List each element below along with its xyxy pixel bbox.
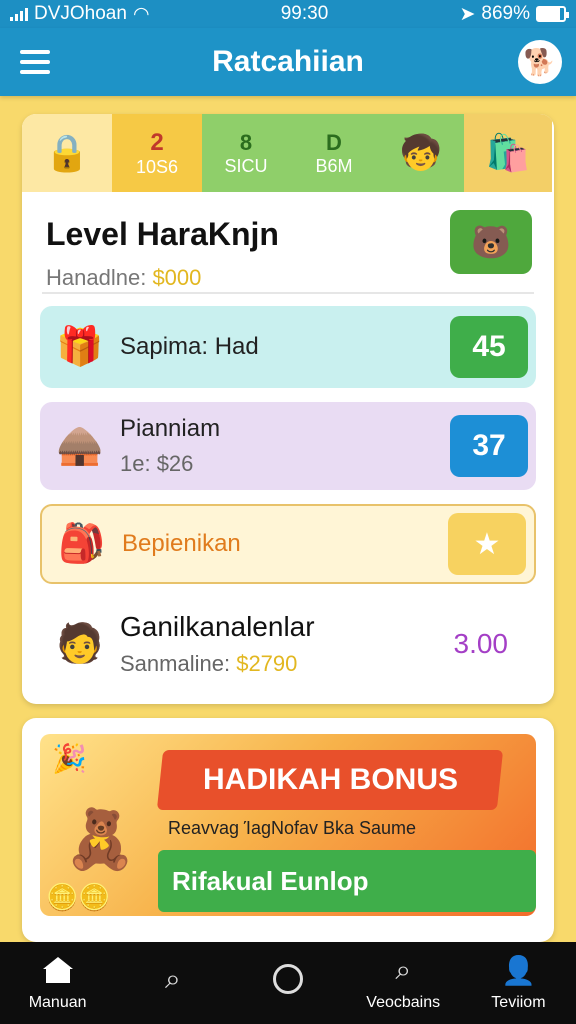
status-bar: DVJOhoan ◠ 99:30 ➤ 869%: [0, 0, 576, 28]
mascot-avatar-icon[interactable]: 🐕: [518, 40, 562, 84]
list-item-value: 37: [450, 415, 528, 477]
main-card: 🔒 2 10S6 8 SICU D B6M 🧒 🛍️ Level HaraKnj…: [22, 114, 554, 704]
search-icon: ⌕: [395, 953, 412, 985]
bonus-ribbon: HADIKAH BONUS: [156, 750, 504, 810]
list-item[interactable]: 🧑 Ganilkanalenlar Sanmaline: $2790 3.00: [40, 598, 536, 690]
character-icon: 🧑: [56, 623, 104, 665]
shopping-bag-icon[interactable]: 🛍️: [464, 114, 552, 192]
stat-label: 10S6: [135, 156, 179, 177]
page-title: Ratcahiian: [212, 45, 364, 78]
signal-icon: [10, 7, 28, 21]
list-item-value: 3.00: [453, 628, 509, 659]
mascot-bear-icon: 🧸: [64, 807, 137, 872]
nav-item-label: Manuan: [28, 994, 87, 1011]
nav-item-center[interactable]: [230, 942, 345, 1024]
app-header: Ratcahiian 🐕: [0, 28, 576, 96]
coins-icon: 🪙🪙: [46, 882, 111, 912]
stat-label: B6M: [315, 155, 353, 176]
level-subtitle-amount: $000: [152, 265, 202, 290]
location-icon: ➤: [459, 3, 476, 25]
nav-item-search[interactable]: ⌕: [115, 942, 230, 1024]
nav-item-profile[interactable]: 👤 Teviiom: [461, 942, 576, 1024]
carrier-label: DVJOhoan: [34, 3, 127, 24]
backpack-icon: 🎒: [58, 523, 106, 565]
bonus-cta-button[interactable]: Rifakual Eunlop: [158, 850, 536, 912]
stat-number: D: [326, 129, 342, 155]
list-item-subtitle-label: Sanmaline:: [120, 651, 231, 676]
list-item[interactable]: 🎒 Bepienikan ★: [40, 504, 536, 584]
bonus-title: HADIKAH BONUS: [202, 763, 458, 796]
party-horn-icon: 🎉: [52, 743, 87, 774]
level-subtitle-label: Hanadlne:: [46, 265, 147, 290]
nav-item-label: Teviiom: [491, 994, 546, 1011]
stat-tile[interactable]: 8 SICU: [202, 114, 290, 192]
list-item[interactable]: 🎁 Sapima: Had 45: [40, 306, 536, 388]
bonus-banner[interactable]: 🎉 HADIKAH BONUS Reavvag ΊagNofav Bka Sau…: [40, 734, 536, 916]
battery-percent: 869%: [481, 3, 530, 24]
divider: [42, 292, 534, 294]
battery-icon: [536, 6, 569, 22]
clock: 99:30: [280, 3, 329, 24]
hut-icon: 🛖: [56, 425, 104, 467]
bonus-description: Reavvag ΊagNofav Bka Saume: [168, 818, 417, 838]
level-section: Level HaraKnjn Hanadlne: $000 🐻: [22, 192, 554, 292]
hamburger-menu-icon[interactable]: [20, 50, 50, 74]
stat-tile[interactable]: D B6M: [290, 114, 378, 192]
stat-number: 8: [239, 129, 253, 155]
padlock-icon[interactable]: 🔒: [22, 114, 112, 192]
list-item[interactable]: 🛖 Pianniam 1e: $26 37: [40, 402, 536, 490]
profile-icon: 👤: [500, 954, 536, 986]
bonus-card: 🎉 HADIKAH BONUS Reavvag ΊagNofav Bka Sau…: [22, 718, 554, 942]
nav-item-label: Veocbains: [366, 994, 441, 1011]
gift-box-icon: 🎁: [56, 326, 104, 368]
nav-item-discover[interactable]: ⌕ Veocbains: [346, 942, 461, 1024]
stat-tile[interactable]: 2 10S6: [112, 114, 202, 192]
search-icon: ⌕: [164, 962, 181, 994]
circle-icon: [273, 964, 303, 994]
nav-item-home[interactable]: Manuan: [0, 942, 115, 1024]
mascot-bear-icon[interactable]: 🐻: [450, 210, 532, 274]
list-item-value: 45: [450, 316, 528, 378]
wifi-icon: ◠: [132, 3, 150, 25]
star-icon: ★: [448, 513, 526, 575]
home-icon: [42, 957, 73, 983]
character-icon[interactable]: 🧒: [378, 114, 464, 192]
stat-label: SICU: [224, 155, 268, 176]
bottom-nav: Manuan ⌕ ⌕ Veocbains 👤 Teviiom: [0, 942, 576, 1024]
list-item-subtitle-amount: $2790: [236, 651, 298, 676]
stat-number: 2: [150, 128, 164, 156]
top-strip: 🔒 2 10S6 8 SICU D B6M 🧒 🛍️: [22, 114, 554, 192]
